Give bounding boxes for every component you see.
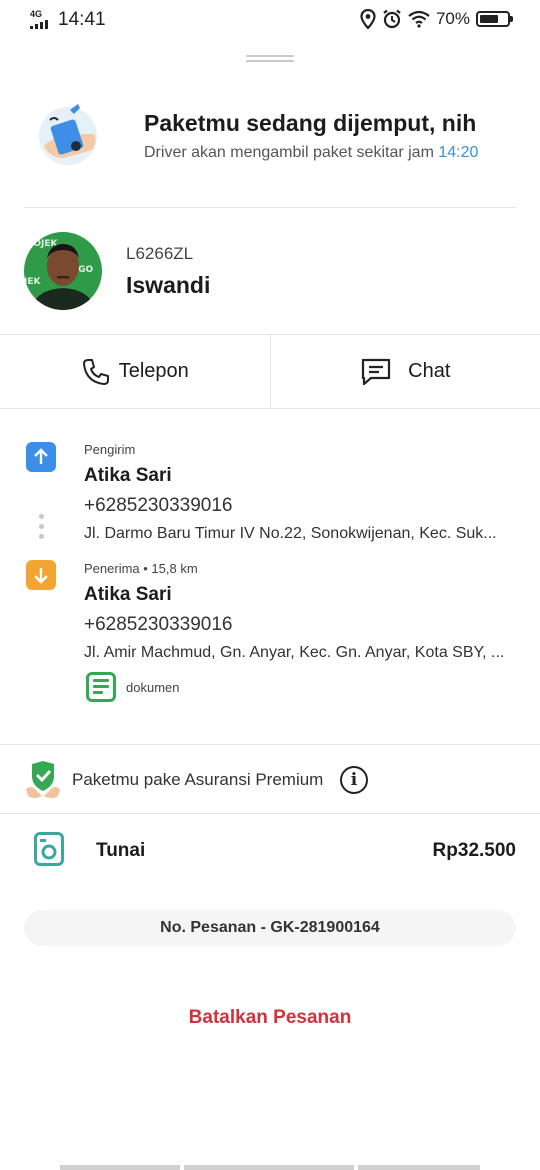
driver-card: GOJEK K GO JEK L6266ZL Iswandi [24, 232, 516, 312]
svg-text:JEK: JEK [24, 277, 41, 287]
payment-amount: Rp32.500 [432, 840, 516, 861]
system-nav-bar [60, 1165, 480, 1170]
eta-prefix: Driver akan mengambil paket sekitar jam [144, 144, 439, 161]
sender-label: Pengirim [84, 442, 136, 457]
route-connector-dots [39, 514, 44, 544]
driver-name: Iswandi [126, 272, 211, 298]
call-button-label: Telepon [118, 360, 189, 382]
receiver-phone: +6285230339016 [84, 614, 233, 635]
phone-icon [82, 358, 109, 385]
chat-button[interactable]: Chat [269, 335, 540, 408]
document-icon [86, 672, 116, 702]
alarm-icon [383, 9, 401, 29]
sender-address: Jl. Darmo Baru Timur IV No.22, Sonokwije… [84, 525, 497, 542]
receiver-label: Penerima • 15,8 km [84, 561, 198, 576]
sender-name: Atika Sari [84, 465, 172, 486]
payment-method: Tunai [96, 840, 146, 861]
battery-percent: 70% [435, 9, 470, 28]
insurance-row: Paketmu pake Asuransi Premium i [24, 758, 516, 802]
cancel-order-button[interactable]: Batalkan Pesanan [0, 1007, 540, 1029]
clock: 14:41 [58, 9, 106, 30]
location-icon [360, 9, 376, 29]
dropoff-arrow-down-icon [26, 560, 56, 590]
receiver-name: Atika Sari [84, 584, 172, 605]
divider [24, 207, 516, 208]
contact-actions: Telepon Chat [0, 334, 540, 409]
page-title: Paketmu sedang dijemput, nih [144, 110, 477, 136]
divider [0, 744, 540, 745]
vehicle-plate: L6266ZL [126, 244, 194, 263]
info-icon[interactable]: i [340, 766, 368, 794]
pickup-eta-text: Driver akan mengambil paket sekitar jam … [144, 144, 478, 162]
cash-icon [34, 832, 64, 866]
sheet-drag-handle[interactable] [246, 55, 294, 63]
battery-icon [476, 11, 513, 27]
network-type: 4G [30, 9, 43, 19]
driver-avatar[interactable]: GOJEK K GO JEK [24, 232, 102, 310]
item-type: dokumen [126, 680, 180, 695]
battery-level-fill [480, 15, 499, 23]
courier-pickup-illustration-icon [39, 104, 97, 165]
status-bar: 4G 14:41 70% [0, 0, 540, 40]
insurance-text: Paketmu pake Asuransi Premium [72, 770, 324, 789]
payment-row: Tunai Rp32.500 [24, 830, 516, 874]
nav-segment[interactable] [60, 1165, 180, 1170]
wifi-icon [408, 10, 430, 28]
insurance-shield-icon [26, 761, 60, 798]
pickup-arrow-up-icon [26, 442, 56, 472]
nav-segment[interactable] [184, 1165, 354, 1170]
divider [0, 813, 540, 814]
order-number[interactable]: No. Pesanan - GK-281900164 [24, 910, 516, 946]
receiver-address: Jl. Amir Machmud, Gn. Anyar, Kec. Gn. An… [84, 644, 505, 661]
chat-icon [362, 358, 391, 385]
nav-segment[interactable] [358, 1165, 480, 1170]
driver-photo: GOJEK K GO JEK [24, 232, 102, 310]
sender-phone: +6285230339016 [84, 495, 233, 516]
call-button[interactable]: Telepon [0, 335, 270, 408]
chat-button-label: Chat [408, 360, 451, 382]
cellular-signal-icon: 4G [30, 10, 52, 30]
status-header: Paketmu sedang dijemput, nih Driver akan… [24, 92, 516, 184]
eta-time: 14:20 [438, 144, 479, 161]
